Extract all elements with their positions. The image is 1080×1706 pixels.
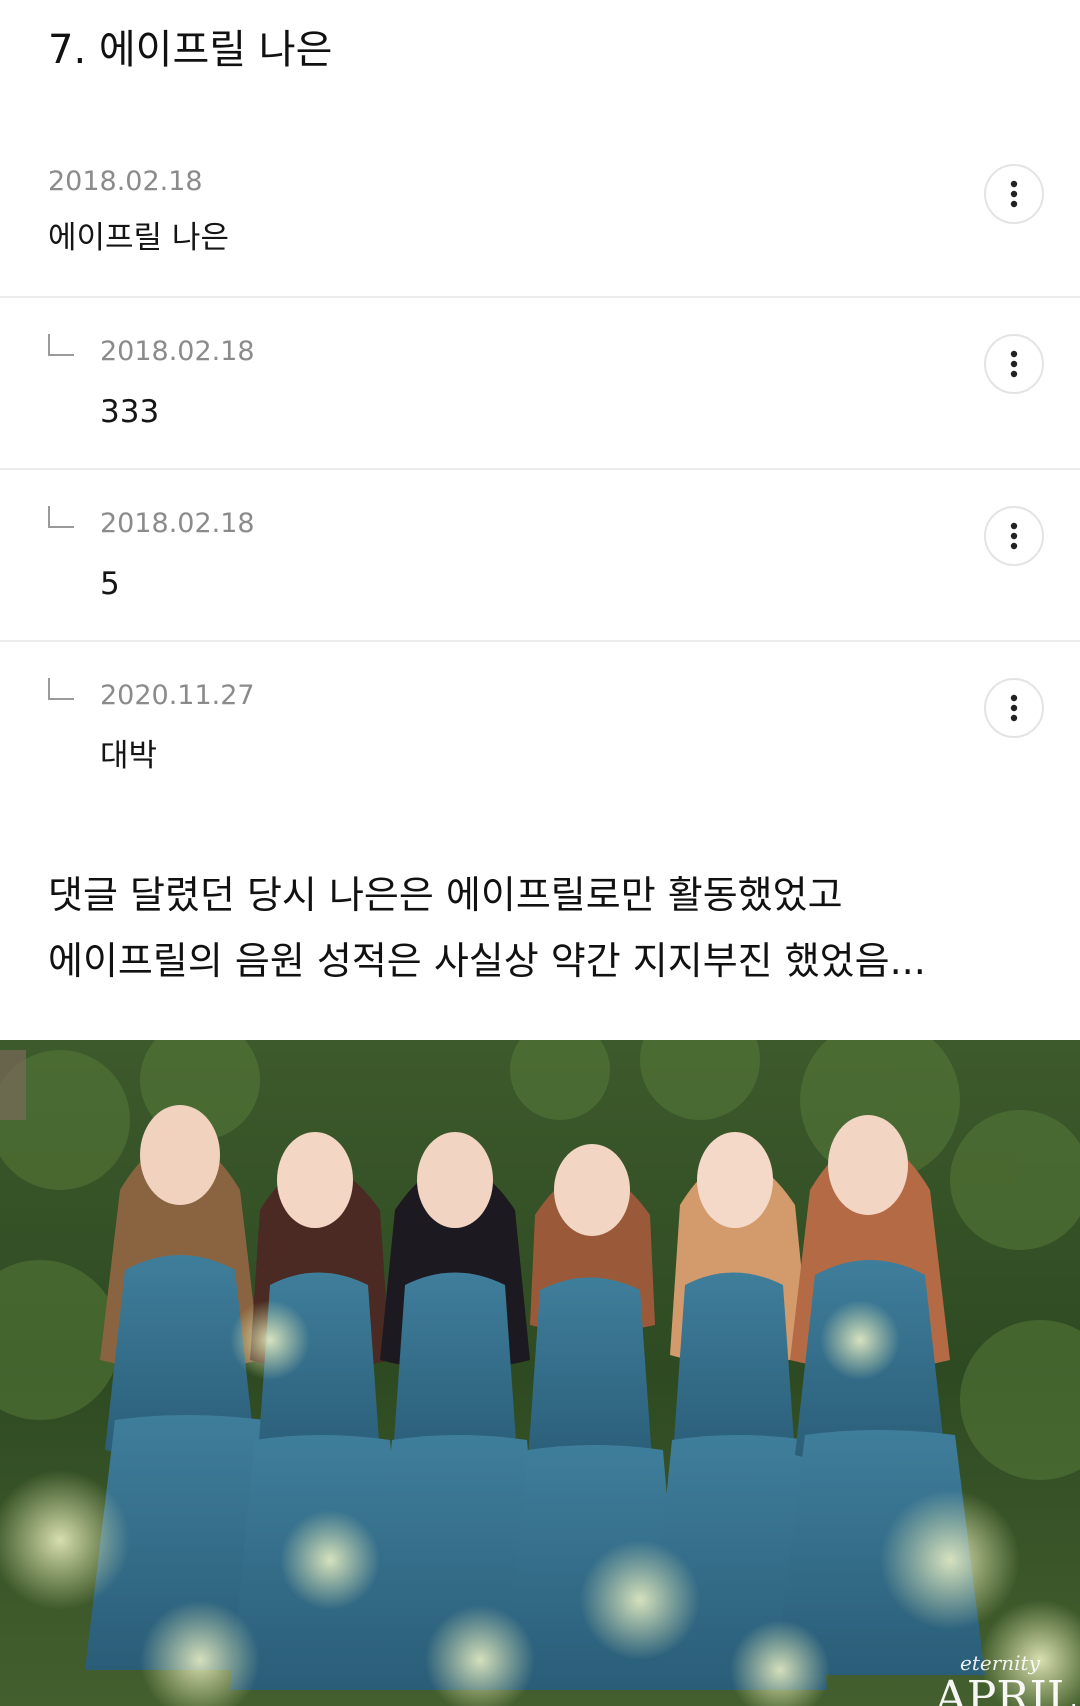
comment-item: 2018.02.18 에이프릴 나은: [0, 150, 1080, 298]
comment-date: 2018.02.18: [100, 336, 255, 367]
body-line: 에이프릴의 음원 성적은 사실상 약간 지지부진 했었음...: [48, 939, 926, 983]
reply-item: 2020.11.27 대박: [0, 642, 1080, 802]
reply-item: 2018.02.18 5: [0, 470, 1080, 642]
more-vertical-icon: [1010, 180, 1018, 208]
comment-text: 에이프릴 나은: [48, 220, 229, 256]
group-photo: eternity APRIL: [0, 1040, 1080, 1706]
more-options-button[interactable]: [984, 334, 1044, 394]
reply-arrow-icon: [48, 506, 74, 528]
more-options-button[interactable]: [984, 164, 1044, 224]
comment-text: 5: [100, 566, 120, 602]
reply-arrow-icon: [48, 678, 74, 700]
photo-caption-brand: APRIL: [934, 1672, 1076, 1706]
post-body-text: 댓글 달렸던 당시 나은은 에이프릴로만 활동했었고 에이프릴의 음원 성적은 …: [48, 862, 1048, 994]
comment-date: 2020.11.27: [100, 680, 255, 711]
more-vertical-icon: [1010, 522, 1018, 550]
comment-date: 2018.02.18: [48, 166, 203, 197]
reply-item: 2018.02.18 333: [0, 298, 1080, 470]
reply-arrow-icon: [48, 334, 74, 356]
comment-text: 대박: [100, 738, 158, 774]
body-line: 댓글 달렸던 당시 나은은 에이프릴로만 활동했었고: [48, 873, 843, 917]
more-options-button[interactable]: [984, 678, 1044, 738]
page-title: 7. 에이프릴 나은: [48, 27, 333, 73]
more-vertical-icon: [1010, 350, 1018, 378]
more-vertical-icon: [1010, 694, 1018, 722]
comment-text: 333: [100, 394, 160, 430]
comment-date: 2018.02.18: [100, 508, 255, 539]
more-options-button[interactable]: [984, 506, 1044, 566]
